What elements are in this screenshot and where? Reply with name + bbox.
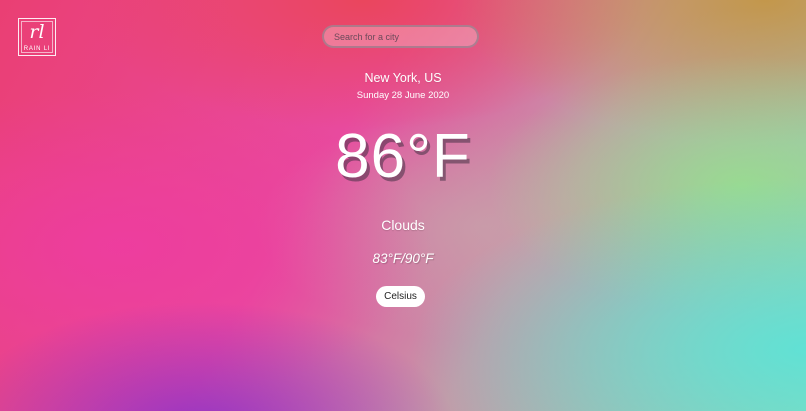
weather-condition: Clouds bbox=[381, 217, 425, 233]
date-label: Sunday 28 June 2020 bbox=[356, 90, 450, 101]
location-label: New York, US bbox=[364, 71, 442, 85]
city-search-input[interactable] bbox=[322, 25, 479, 48]
logo-mark: rl bbox=[29, 21, 45, 43]
temperature-range: 83°F/90°F bbox=[372, 251, 434, 266]
gradient-background bbox=[0, 0, 806, 411]
celsius-toggle-button[interactable]: Celsius bbox=[376, 286, 425, 307]
current-temperature: 86°F bbox=[335, 122, 471, 191]
logo-name: RAIN LI bbox=[23, 46, 51, 52]
logo: rl RAIN LI bbox=[18, 18, 56, 56]
